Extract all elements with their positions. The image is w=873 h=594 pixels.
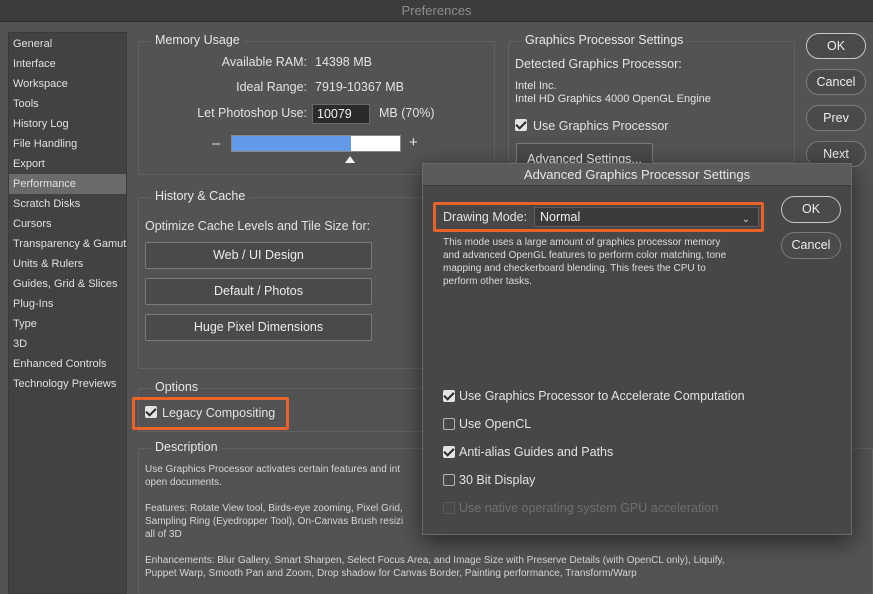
sidebar-nav: General Interface Workspace Tools Histor…	[8, 32, 127, 594]
sidebar-item-cursors[interactable]: Cursors	[9, 214, 126, 234]
sidebar-item-guides-grid-slices[interactable]: Guides, Grid & Slices	[9, 274, 126, 294]
default-photos-button[interactable]: Default / Photos	[145, 278, 372, 305]
native-gpu-acceleration-checkbox	[443, 502, 455, 514]
sidebar-item-general[interactable]: General	[9, 34, 126, 54]
cancel-button[interactable]: Cancel	[806, 69, 866, 95]
memory-percent-label: MB (70%)	[379, 106, 435, 120]
anti-alias-label: Anti-alias Guides and Paths	[459, 445, 614, 459]
options-title: Options	[151, 380, 203, 394]
sidebar-item-file-handling[interactable]: File Handling	[9, 134, 126, 154]
thirty-bit-display-label: 30 Bit Display	[459, 473, 536, 487]
sidebar-item-plug-ins[interactable]: Plug-Ins	[9, 294, 126, 314]
sidebar-item-units-rulers[interactable]: Units & Rulers	[9, 254, 126, 274]
prev-button[interactable]: Prev	[806, 105, 866, 131]
huge-pixel-dimensions-button[interactable]: Huge Pixel Dimensions	[145, 314, 372, 341]
dialog-cancel-button[interactable]: Cancel	[781, 232, 841, 259]
drawing-mode-highlight	[433, 202, 764, 232]
photoshop-memory-input[interactable]	[312, 104, 370, 124]
dialog-ok-button[interactable]: OK	[781, 196, 841, 223]
sidebar-item-type[interactable]: Type	[9, 314, 126, 334]
sidebar-item-3d[interactable]: 3D	[9, 334, 126, 354]
gpu-vendor: Intel Inc.	[515, 80, 557, 92]
use-opencl-checkbox[interactable]	[443, 418, 455, 430]
slider-plus-icon[interactable]: +	[409, 134, 418, 151]
sidebar-item-tools[interactable]: Tools	[9, 94, 126, 114]
use-opencl-label: Use OpenCL	[459, 417, 532, 431]
memory-usage-title: Memory Usage	[151, 33, 244, 47]
description-title: Description	[151, 440, 222, 454]
sidebar-item-transparency-gamut[interactable]: Transparency & Gamut	[9, 234, 126, 254]
sidebar-item-interface[interactable]: Interface	[9, 54, 126, 74]
history-cache-title: History & Cache	[151, 189, 250, 203]
let-photoshop-use-label: Let Photoshop Use:	[197, 106, 307, 120]
sidebar-item-enhanced-controls[interactable]: Enhanced Controls	[9, 354, 126, 374]
window-title: Preferences	[0, 0, 873, 22]
ideal-range-label: Ideal Range:	[236, 80, 307, 94]
accelerate-computation-checkbox[interactable]	[443, 390, 455, 402]
gpu-model: Intel HD Graphics 4000 OpenGL Engine	[515, 93, 711, 105]
anti-alias-checkbox[interactable]	[443, 446, 455, 458]
ok-button[interactable]: OK	[806, 33, 866, 59]
use-gpu-checkbox[interactable]	[515, 119, 527, 131]
memory-slider-track[interactable]	[231, 135, 401, 152]
memory-slider-fill	[232, 136, 351, 151]
accelerate-computation-label: Use Graphics Processor to Accelerate Com…	[459, 389, 745, 403]
ideal-range-value: 7919-10367 MB	[315, 80, 404, 94]
web-ui-design-button[interactable]: Web / UI Design	[145, 242, 372, 269]
native-gpu-acceleration-label: Use native operating system GPU accelera…	[459, 501, 719, 515]
dialog-title: Advanced Graphics Processor Settings	[423, 164, 851, 186]
detected-gpu-label: Detected Graphics Processor:	[515, 57, 682, 71]
memory-slider-thumb[interactable]	[345, 156, 355, 163]
advanced-gpu-dialog: Advanced Graphics Processor Settings Dra…	[422, 163, 852, 535]
use-gpu-label: Use Graphics Processor	[533, 119, 669, 133]
sidebar-item-workspace[interactable]: Workspace	[9, 74, 126, 94]
sidebar-item-performance[interactable]: Performance	[9, 174, 126, 194]
sidebar-item-export[interactable]: Export	[9, 154, 126, 174]
gpu-settings-title: Graphics Processor Settings	[521, 33, 688, 47]
drawing-mode-description: This mode uses a large amount of graphic…	[443, 237, 727, 287]
available-ram-label: Available RAM:	[221, 55, 307, 69]
sidebar-item-scratch-disks[interactable]: Scratch Disks	[9, 194, 126, 214]
sidebar-item-technology-previews[interactable]: Technology Previews	[9, 374, 126, 394]
slider-minus-icon[interactable]: –	[212, 135, 220, 152]
sidebar-item-history-log[interactable]: History Log	[9, 114, 126, 134]
legacy-compositing-highlight	[132, 397, 289, 430]
thirty-bit-display-checkbox[interactable]	[443, 474, 455, 486]
available-ram-value: 14398 MB	[315, 55, 372, 69]
optimize-cache-label: Optimize Cache Levels and Tile Size for:	[145, 219, 371, 233]
